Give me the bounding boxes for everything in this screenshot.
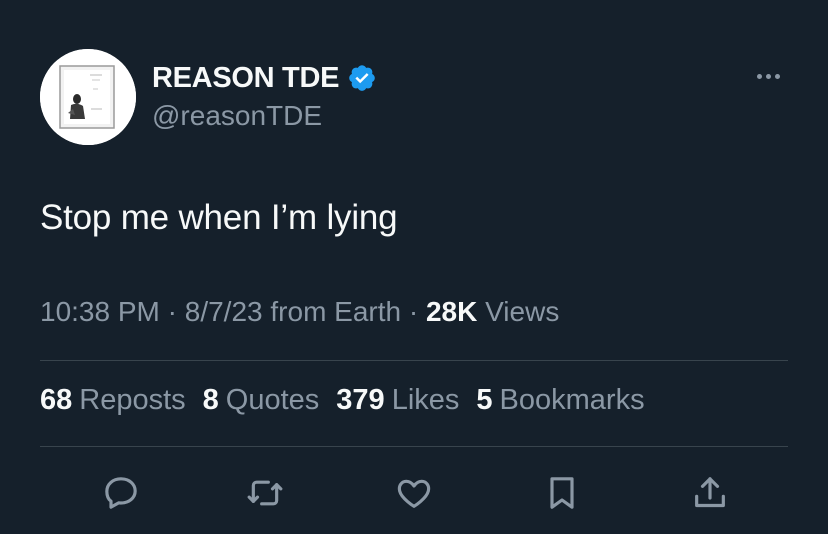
share-icon[interactable]	[685, 468, 735, 518]
tweet-date[interactable]: 8/7/23	[185, 296, 263, 327]
reposts-stat[interactable]: 68 Reposts	[40, 384, 186, 417]
author-name-row[interactable]: REASON TDE	[152, 58, 377, 98]
reply-icon[interactable]	[96, 468, 146, 518]
repost-icon[interactable]	[240, 468, 290, 518]
tweet-meta: 10:38 PM · 8/7/23 from Earth · 28K Views	[40, 296, 559, 328]
meta-separator: ·	[401, 296, 426, 327]
album-cover-image	[40, 49, 136, 145]
quotes-count: 8	[202, 384, 219, 416]
tweet-detail: REASON TDE @reasonTDE Stop me when I’m l…	[0, 0, 828, 534]
verified-badge-icon[interactable]	[347, 63, 377, 93]
author-handle[interactable]: @reasonTDE	[152, 100, 322, 132]
divider	[40, 446, 788, 447]
tweet-time[interactable]: 10:38 PM	[40, 296, 160, 327]
display-name[interactable]: REASON TDE	[152, 62, 339, 95]
likes-stat[interactable]: 379 Likes	[336, 384, 459, 417]
avatar[interactable]	[40, 49, 136, 145]
reposts-label: Reposts	[79, 384, 186, 416]
like-icon[interactable]	[389, 468, 439, 518]
action-bar	[0, 468, 828, 518]
views-label[interactable]: Views	[477, 296, 559, 327]
divider	[40, 360, 788, 361]
quotes-label: Quotes	[225, 384, 320, 416]
more-options-icon[interactable]	[748, 62, 788, 90]
likes-count: 379	[336, 384, 385, 416]
meta-separator: ·	[159, 296, 185, 327]
engagement-stats: 68 Reposts 8 Quotes 379 Likes 5 Bookmarks	[40, 384, 645, 417]
bookmarks-count: 5	[476, 384, 493, 416]
reposts-count: 68	[40, 384, 73, 416]
views-count[interactable]: 28K	[426, 296, 477, 327]
tweet-source: from Earth	[262, 296, 402, 327]
bookmarks-label: Bookmarks	[499, 384, 645, 416]
bookmarks-stat[interactable]: 5 Bookmarks	[476, 384, 644, 417]
bookmark-icon[interactable]	[537, 468, 587, 518]
quotes-stat[interactable]: 8 Quotes	[203, 384, 320, 417]
tweet-text: Stop me when I’m lying	[40, 198, 398, 237]
likes-label: Likes	[391, 384, 460, 416]
